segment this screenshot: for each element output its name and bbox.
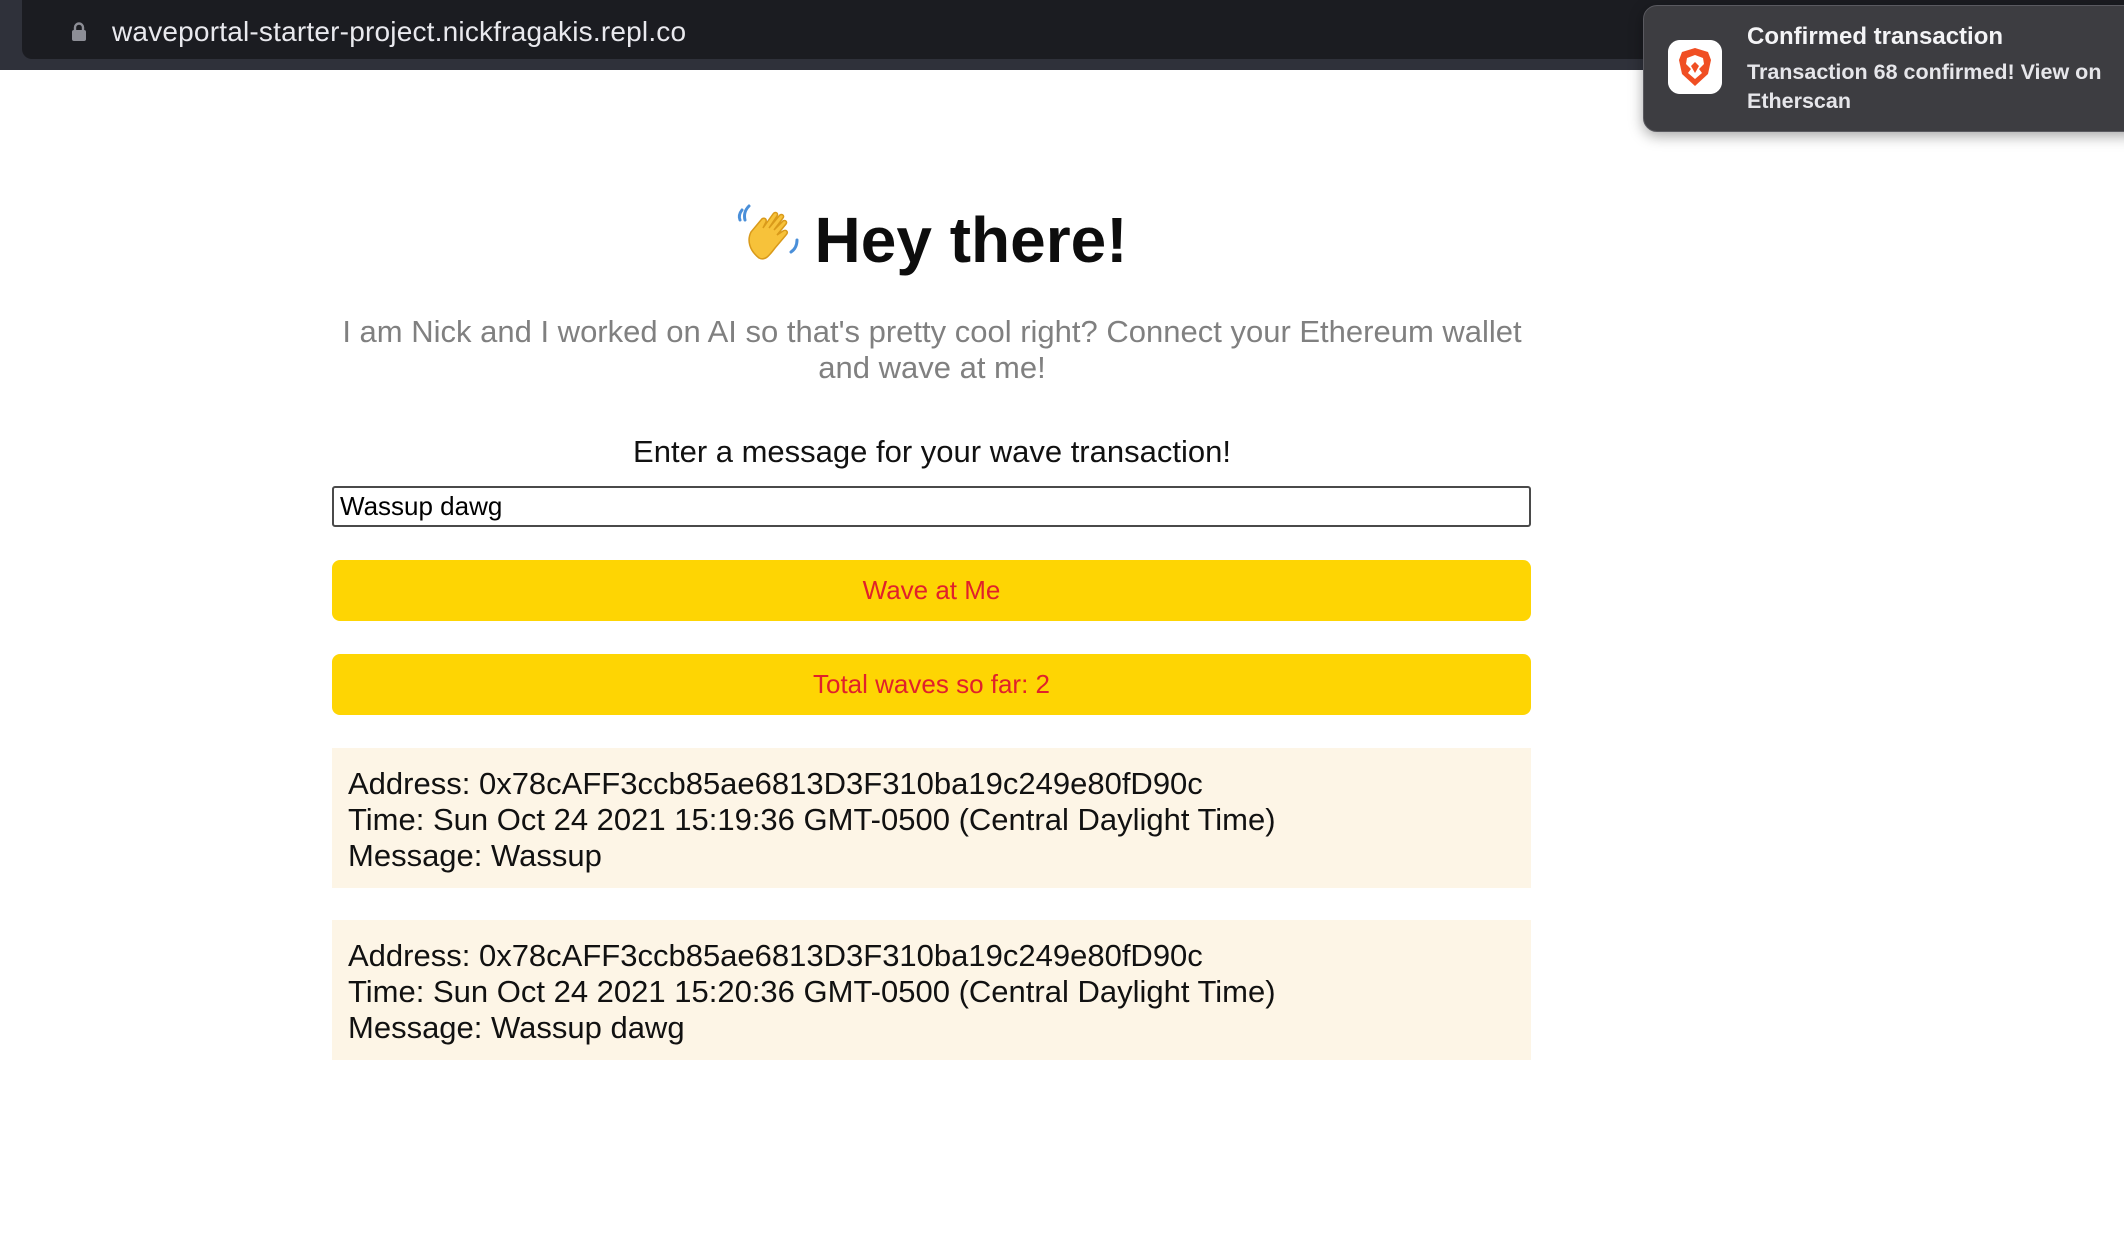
wave-message: Message: Wassup xyxy=(348,838,602,873)
page-title: Hey there! xyxy=(0,195,1862,285)
notification-toast[interactable]: Confirmed transaction Transaction 68 con… xyxy=(1643,5,2124,132)
wave-button[interactable]: Wave at Me xyxy=(332,560,1531,621)
notification-title: Confirmed transaction xyxy=(1747,23,2004,50)
bio-text: I am Nick and I worked on AI so that's p… xyxy=(342,314,1522,385)
wave-address: Address: 0x78cAFF3ccb85ae6813D3F310ba19c… xyxy=(348,766,1203,801)
message-input[interactable] xyxy=(332,486,1531,527)
notification-body[interactable]: Transaction 68 confirmed! View on Ethers… xyxy=(1747,58,2117,116)
brave-lion-icon xyxy=(1668,40,1722,94)
message-prompt: Enter a message for your wave transactio… xyxy=(633,434,1231,469)
wave-card: Address: 0x78cAFF3ccb85ae6813D3F310ba19c… xyxy=(332,748,1531,888)
wave-card: Address: 0x78cAFF3ccb85ae6813D3F310ba19c… xyxy=(332,920,1531,1060)
waving-hand-icon xyxy=(737,204,798,260)
wave-address: Address: 0x78cAFF3ccb85ae6813D3F310ba19c… xyxy=(348,938,1203,973)
total-waves-counter: Total waves so far: 2 xyxy=(332,654,1531,715)
lock-icon xyxy=(72,22,86,41)
url-text[interactable]: waveportal-starter-project.nickfragakis.… xyxy=(112,14,686,50)
wave-message: Message: Wassup dawg xyxy=(348,1010,685,1045)
header-text: Hey there! xyxy=(814,204,1128,276)
wave-time: Time: Sun Oct 24 2021 15:19:36 GMT-0500 … xyxy=(348,802,1276,837)
wave-time: Time: Sun Oct 24 2021 15:20:36 GMT-0500 … xyxy=(348,974,1276,1009)
